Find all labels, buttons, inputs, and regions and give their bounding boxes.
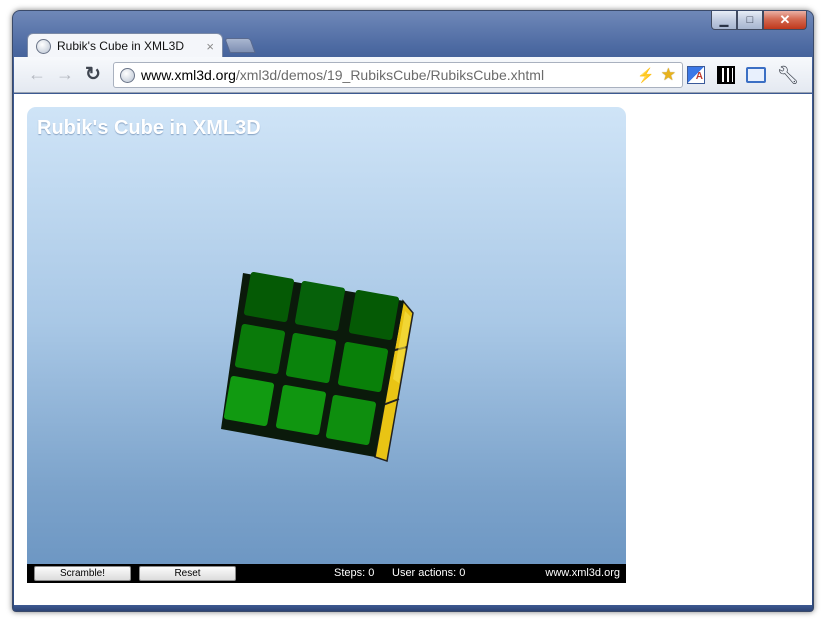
reload-icon: ↻ [85,64,101,85]
wrench-icon: 🔧︎ [776,64,800,85]
new-tab-button[interactable] [224,38,256,53]
forward-button[interactable]: → [52,62,78,88]
steps-counter: Steps: 0 [334,567,375,579]
screen-capture-icon [746,67,766,83]
tab-strip: Rubik's Cube in XML3D × [13,11,813,58]
translate-icon: A [687,66,705,84]
globe-icon [36,38,51,54]
url-host: www.xml3d.org [141,67,236,83]
xml3d-canvas-panel[interactable]: Rubik's Cube in XML3D Scramble! Reset St… [27,107,626,583]
url-path: /xml3d/demos/19_RubiksCube/RubiksCube.xh… [235,67,545,83]
back-button[interactable]: ← [24,62,50,88]
qr-code-icon [717,66,735,84]
page-globe-icon [120,67,135,83]
user-actions-counter: User actions: 0 [392,567,466,579]
browser-toolbar: ← → ↻ www.xml3d.org /xml3d/demos/19_Rubi… [14,57,812,93]
address-bar[interactable]: www.xml3d.org /xml3d/demos/19_RubiksCube… [113,62,683,88]
settings-wrench-button[interactable]: 🔧︎ [776,64,800,86]
site-credit: www.xml3d.org [545,567,620,579]
demo-control-bar: Scramble! Reset Steps: 0 User actions: 0… [27,564,626,583]
reset-button[interactable]: Reset [139,566,236,581]
tab-rubiks-cube[interactable]: Rubik's Cube in XML3D × [27,33,223,58]
bolt-icon[interactable]: ⚡ [637,67,654,84]
reload-button[interactable]: ↻ [80,62,106,88]
cube-front-face [223,271,400,446]
scramble-button[interactable]: Scramble! [34,566,131,581]
rubiks-cube-render[interactable] [27,107,626,564]
tab-title: Rubik's Cube in XML3D [57,39,185,53]
forward-arrow-icon: → [56,64,74,84]
qr-code-extension-button[interactable] [715,64,737,86]
window-bottom-frame [14,605,812,611]
screenshot-extension-button[interactable] [745,64,767,86]
translate-extension-button[interactable]: A [685,64,707,86]
bookmark-star-icon[interactable]: ★ [661,65,676,85]
tab-close-icon[interactable]: × [206,39,214,54]
browser-window: ▁ □ ✕ Rubik's Cube in XML3D × ← → ↻ www.… [12,10,814,612]
page-content: Rubik's Cube in XML3D Scramble! Reset St… [14,94,812,605]
back-arrow-icon: ← [28,64,46,84]
